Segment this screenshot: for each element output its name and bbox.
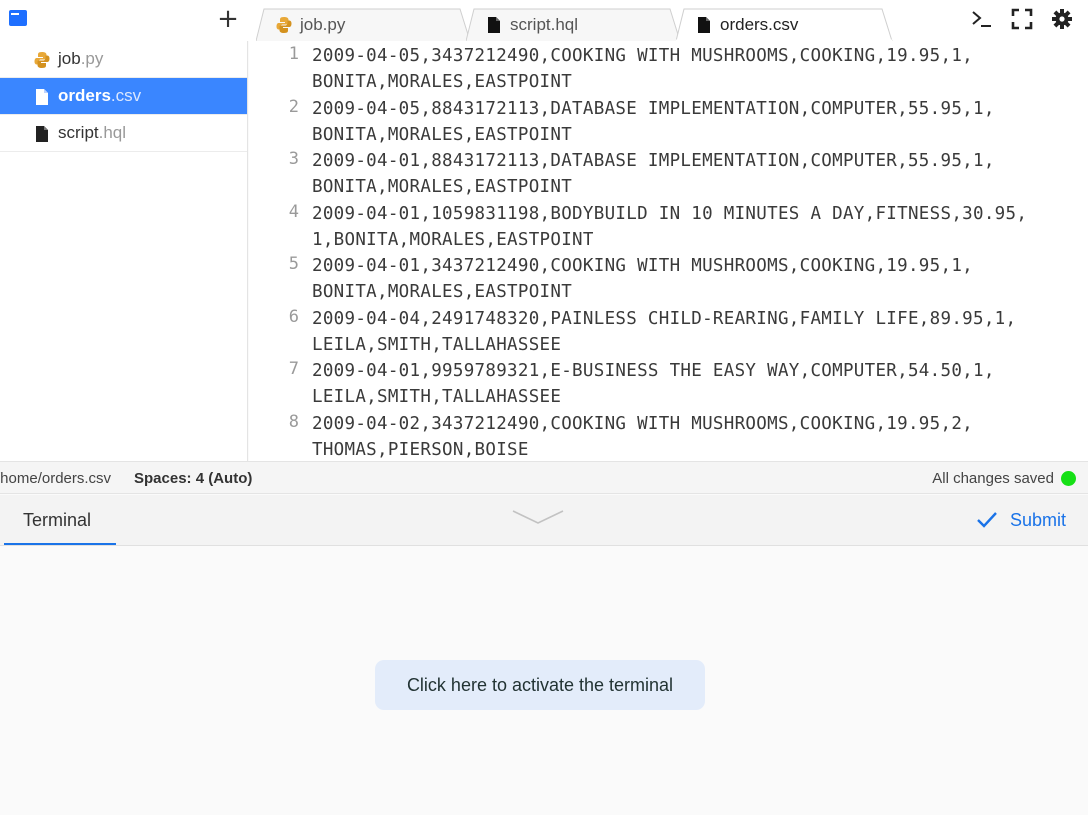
sidebar-item-orders-csv[interactable]: orders.csv — [0, 78, 247, 115]
line-number: 2 — [288, 96, 299, 117]
tab-label: job.py — [300, 15, 346, 34]
save-status-text: All changes saved — [932, 470, 1054, 487]
line-number: 3 — [288, 149, 299, 169]
file-icon — [36, 89, 48, 105]
chevron-down-icon[interactable] — [512, 509, 564, 527]
file-basename: job — [58, 49, 81, 68]
line-number: 4 — [288, 201, 299, 222]
file-extension: .csv — [110, 86, 142, 105]
checkmark-icon — [977, 512, 997, 528]
code-line: 3 2009-04-01,8843172113,DATABASE IMPLEMEN… — [249, 146, 1088, 199]
code-line: 1 2009-04-05,3437212490,COOKING WITH MUSH… — [249, 41, 1088, 94]
line-number: 7 — [288, 359, 299, 379]
app-window: + job.py script.hql orders.csv job.py or… — [0, 0, 1088, 815]
save-status-dot-icon — [1061, 471, 1076, 486]
tab-terminal[interactable]: Terminal — [4, 495, 116, 545]
line-text: 2009-04-05,8843172113,DATABASE IMPLEMENT… — [312, 98, 995, 145]
line-text: 2009-04-05,3437212490,COOKING WITH MUSHR… — [312, 46, 973, 93]
tab-label: script.hql — [510, 15, 579, 34]
gear-icon[interactable] — [1051, 8, 1073, 30]
code-line: 5 2009-04-01,3437212490,COOKING WITH MUSH… — [249, 251, 1088, 304]
status-bar: /home/orders.csv Spaces: 4 (Auto) All ch… — [0, 461, 1088, 494]
file-icon — [698, 17, 710, 33]
line-number: 1 — [288, 44, 299, 64]
line-text: 2009-04-04,2491748320,PAINLESS CHILD-REA… — [312, 308, 1017, 355]
terminal-icon[interactable] — [971, 8, 993, 30]
file-name: script.hql — [58, 123, 126, 143]
submit-label: Submit — [1010, 510, 1067, 530]
file-basename: orders — [58, 86, 111, 105]
activate-terminal-button[interactable]: Click here to activate the terminal — [375, 660, 705, 710]
file-icon — [488, 17, 500, 33]
file-icon — [36, 126, 48, 142]
indentation-setting[interactable]: Spaces: 4 (Auto) — [134, 470, 252, 487]
line-text: 2009-04-01,8843172113,DATABASE IMPLEMENT… — [312, 151, 995, 198]
code-line: 2 2009-04-05,8843172113,DATABASE IMPLEMEN… — [249, 94, 1088, 147]
code-line: 7 2009-04-01,9959789321,E-BUSINESS THE EA… — [249, 356, 1088, 409]
tab-orders-csv[interactable]: orders.csv — [676, 8, 898, 41]
line-text: 2009-04-01,3437212490,COOKING WITH MUSHR… — [312, 256, 973, 303]
line-text: 2009-04-01,1059831198,BODYBUILD IN 10 MI… — [312, 203, 1028, 250]
line-number: 8 — [288, 411, 299, 432]
tab-label: orders.csv — [720, 15, 799, 34]
file-path: /home/orders.csv — [0, 470, 112, 487]
sidebar-item-script-hql[interactable]: script.hql — [0, 115, 247, 152]
file-name: orders.csv — [58, 86, 141, 106]
code-line: 8 2009-04-02,3437212490,COOKING WITH MUSH… — [249, 409, 1088, 462]
sidebar-toggle-icon[interactable] — [9, 10, 27, 26]
tab-script-hql[interactable]: script.hql — [466, 8, 686, 41]
sidebar-item-job-py[interactable]: job.py — [0, 41, 247, 78]
python-icon — [34, 52, 50, 68]
python-icon — [276, 17, 292, 33]
line-number: 6 — [288, 306, 299, 327]
line-number: 5 — [288, 254, 299, 274]
submit-button[interactable]: Submit — [976, 505, 1076, 535]
tab-terminal-label: Terminal — [23, 510, 92, 530]
line-text: 2009-04-01,9959789321,E-BUSINESS THE EAS… — [312, 361, 995, 408]
code-line: 6 2009-04-04,2491748320,PAINLESS CHILD-RE… — [249, 304, 1088, 357]
terminal-panel-header: Terminal Submit — [0, 495, 1088, 546]
file-extension: .py — [80, 49, 104, 68]
line-text: 2009-04-02,3437212490,COOKING WITH MUSHR… — [312, 413, 973, 460]
top-bar: + job.py script.hql orders.csv — [0, 0, 1088, 41]
file-extension: .hql — [98, 123, 127, 142]
terminal-area: Click here to activate the terminal — [0, 546, 1088, 815]
file-name: job.py — [58, 49, 103, 69]
code-editor[interactable]: 1 2009-04-05,3437212490,COOKING WITH MUSH… — [249, 41, 1088, 461]
code-line: 4 2009-04-01,1059831198,BODYBUILD IN 10 M… — [249, 199, 1088, 252]
fullscreen-icon[interactable] — [1011, 8, 1033, 30]
file-sidebar: job.py orders.csv script.hql — [0, 41, 248, 461]
tab-job-py[interactable]: job.py — [256, 8, 476, 41]
add-file-button[interactable]: + — [216, 4, 240, 34]
file-basename: script — [58, 123, 99, 142]
